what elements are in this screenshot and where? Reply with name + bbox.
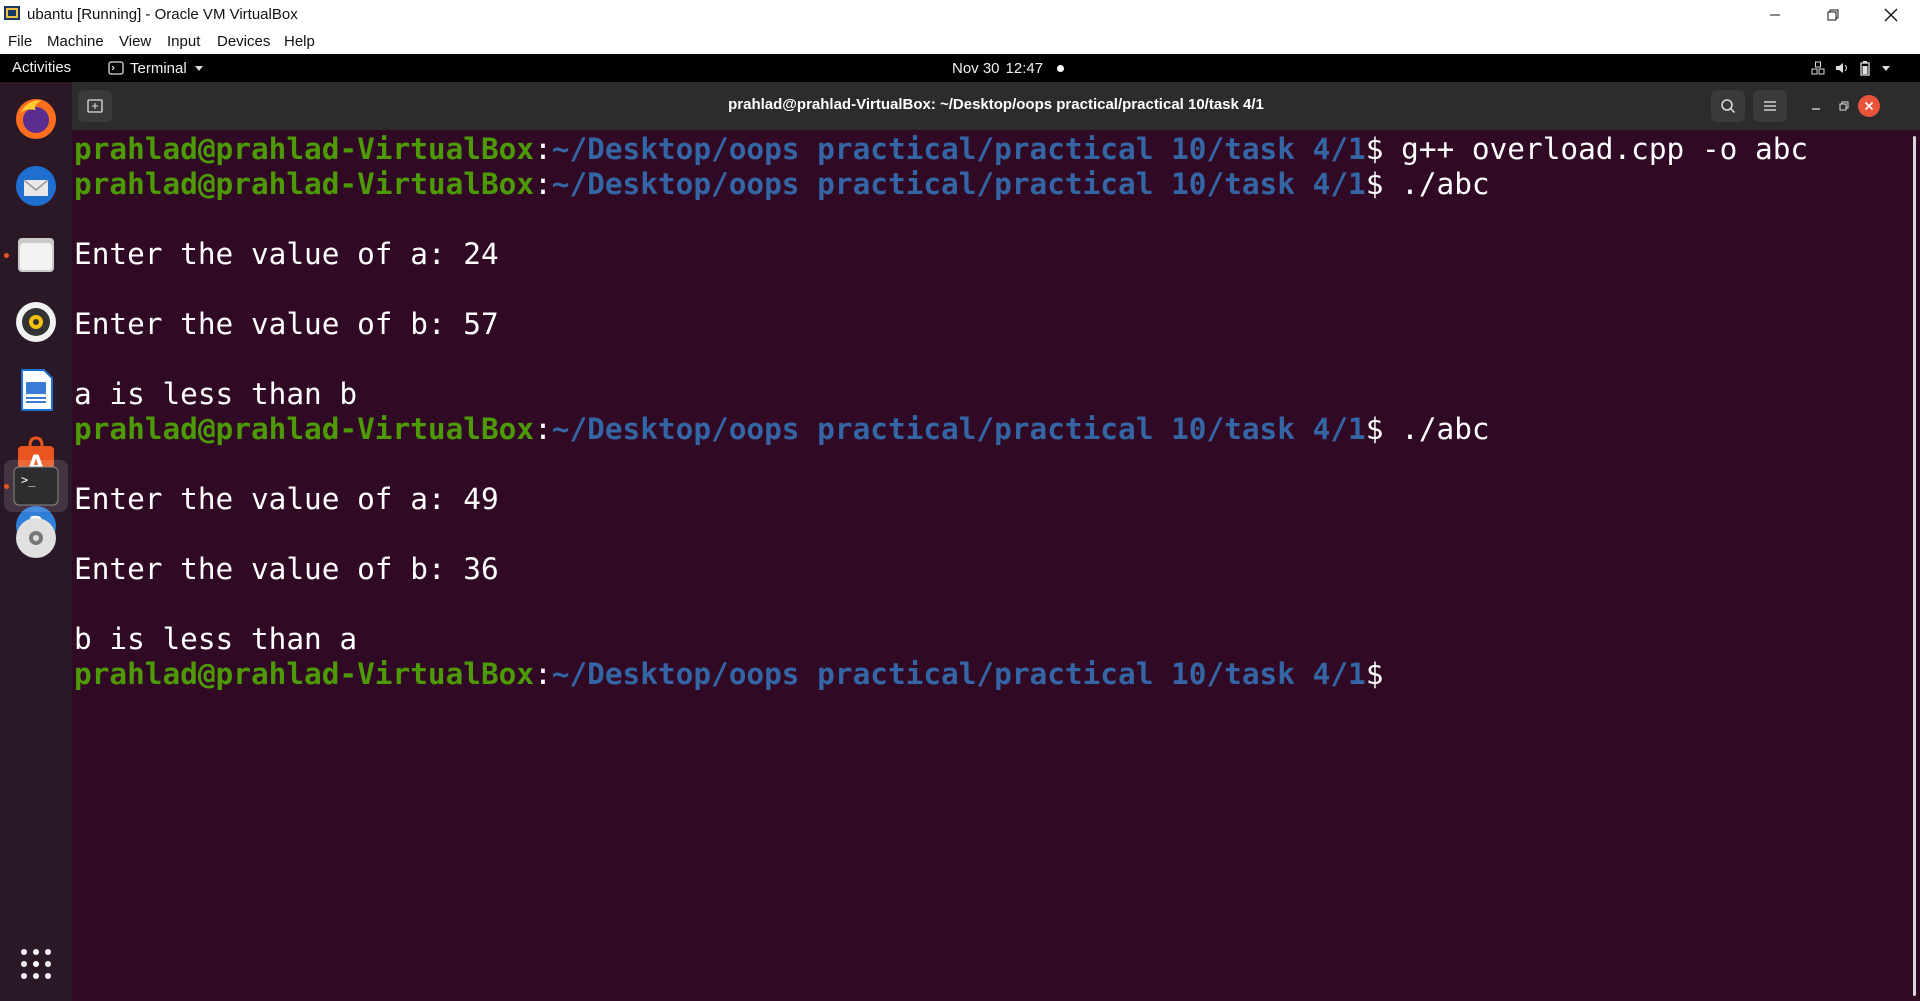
- terminal-icon: >_: [13, 466, 59, 506]
- chevron-down-icon: [194, 66, 203, 71]
- prompt-user: prahlad@prahlad-VirtualBox: [74, 412, 535, 446]
- prompt-path: ~/Desktop/oops practical/practical 10/ta…: [551, 132, 1366, 166]
- restore-icon: [1827, 9, 1839, 21]
- output-line: Enter the value of a: 49: [74, 482, 499, 516]
- dock-show-apps[interactable]: [10, 938, 62, 990]
- prompt-path: ~/Desktop/oops practical/practical 10/ta…: [551, 412, 1366, 446]
- minimize-icon: [1770, 14, 1780, 16]
- terminal-title: prahlad@prahlad-VirtualBox: ~/Desktop/oo…: [728, 96, 1264, 113]
- dvd-icon: [16, 518, 56, 558]
- prompt-user: prahlad@prahlad-VirtualBox: [74, 132, 535, 166]
- search-button[interactable]: [1711, 90, 1745, 122]
- menu-file[interactable]: File: [8, 33, 32, 50]
- output-line: a is less than b: [74, 377, 358, 411]
- prompt-colon: :: [534, 657, 552, 691]
- prompt-line: prahlad@prahlad-VirtualBox:~/Desktop/oop…: [74, 657, 1383, 692]
- search-icon: [1721, 99, 1736, 114]
- prompt-line: prahlad@prahlad-VirtualBox:~/Desktop/oop…: [74, 132, 1808, 167]
- network-icon: [1811, 61, 1825, 75]
- notification-dot-icon: [1057, 64, 1065, 72]
- terminal-maximize-button[interactable]: [1827, 90, 1861, 122]
- output-line: b is less than a: [74, 622, 358, 656]
- clock-time: 12:47: [1005, 59, 1044, 77]
- prompt-line: prahlad@prahlad-VirtualBox:~/Desktop/oop…: [74, 167, 1490, 202]
- host-title-bar: ubantu [Running] - Oracle VM VirtualBox: [0, 0, 1920, 30]
- dock-terminal[interactable]: >_: [10, 460, 62, 512]
- terminal-content[interactable]: prahlad@prahlad-VirtualBox:~/Desktop/oop…: [72, 130, 1920, 1001]
- prompt-path: ~/Desktop/oops practical/practical 10/ta…: [551, 657, 1366, 691]
- command-text: ./abc: [1383, 412, 1490, 446]
- close-icon: [1884, 8, 1898, 22]
- terminal-header-bar: prahlad@prahlad-VirtualBox: ~/Desktop/oo…: [72, 82, 1920, 130]
- menu-help[interactable]: Help: [284, 33, 315, 50]
- prompt-user: prahlad@prahlad-VirtualBox: [74, 167, 535, 201]
- virtualbox-icon: [4, 6, 20, 20]
- rhythmbox-icon: [16, 302, 56, 342]
- close-window-button[interactable]: [1862, 0, 1920, 30]
- dock: A ? >_: [0, 82, 72, 1001]
- app-menu[interactable]: Terminal: [108, 54, 205, 82]
- dock-writer[interactable]: [10, 364, 62, 416]
- scrollbar[interactable]: [1913, 136, 1916, 996]
- files-icon: [18, 238, 54, 272]
- app-menu-label: Terminal: [130, 59, 187, 77]
- minimize-icon: [1812, 108, 1820, 110]
- terminal-app-icon: [108, 61, 124, 75]
- firefox-icon: [16, 99, 56, 139]
- prompt-dollar: $: [1365, 132, 1384, 166]
- prompt-line: prahlad@prahlad-VirtualBox:~/Desktop/oop…: [74, 412, 1490, 447]
- activities-button[interactable]: Activities: [12, 59, 71, 76]
- prompt-dollar: $: [1365, 167, 1384, 201]
- host-window-title: ubantu [Running] - Oracle VM VirtualBox: [27, 6, 298, 23]
- running-indicator: [4, 484, 9, 489]
- clock[interactable]: Nov 30 12:47: [952, 54, 1065, 82]
- prompt-colon: :: [534, 412, 552, 446]
- dock-rhythmbox[interactable]: [10, 296, 62, 348]
- prompt-dollar: $: [1365, 657, 1384, 691]
- host-menu-bar: File Machine View Input Devices Help: [0, 30, 1920, 54]
- tray-chevron-down-icon: [1882, 66, 1890, 71]
- output-line: Enter the value of b: 36: [74, 552, 499, 586]
- libreoffice-writer-icon: [21, 369, 53, 411]
- dock-dvd[interactable]: [10, 512, 62, 564]
- dock-files[interactable]: [10, 228, 62, 280]
- prompt-colon: :: [534, 167, 552, 201]
- prompt-colon: :: [534, 132, 552, 166]
- menu-devices[interactable]: Devices: [217, 33, 270, 50]
- menu-input[interactable]: Input: [167, 33, 200, 50]
- prompt-dollar: $: [1365, 412, 1384, 446]
- running-indicator: [4, 253, 9, 258]
- prompt-user: prahlad@prahlad-VirtualBox: [74, 657, 535, 691]
- gnome-top-bar: Activities Terminal Nov 30 12:47: [0, 54, 1920, 82]
- show-applications-icon: [21, 949, 51, 979]
- dock-firefox[interactable]: [10, 92, 62, 144]
- command-text: ./abc: [1383, 167, 1490, 201]
- minimize-button[interactable]: [1746, 0, 1804, 30]
- hamburger-menu-button[interactable]: [1753, 90, 1787, 122]
- hamburger-icon: [1764, 101, 1776, 111]
- system-tray[interactable]: [1810, 54, 1892, 82]
- volume-icon: [1836, 63, 1847, 73]
- restore-icon: [1839, 101, 1849, 111]
- close-icon: [1864, 101, 1874, 111]
- prompt-path: ~/Desktop/oops practical/practical 10/ta…: [551, 167, 1366, 201]
- svg-text:>_: >_: [21, 473, 36, 487]
- clock-date: Nov 30: [952, 59, 1000, 77]
- output-line: Enter the value of b: 57: [74, 307, 499, 341]
- thunderbird-icon: [16, 166, 56, 206]
- menu-machine[interactable]: Machine: [47, 33, 104, 50]
- terminal-close-button[interactable]: [1858, 95, 1880, 117]
- battery-icon: [1860, 61, 1870, 76]
- dock-thunderbird[interactable]: [10, 160, 62, 212]
- command-text: g++ overload.cpp -o abc: [1383, 132, 1809, 166]
- menu-view[interactable]: View: [119, 33, 151, 50]
- restore-button[interactable]: [1804, 0, 1862, 30]
- output-line: Enter the value of a: 24: [74, 237, 499, 271]
